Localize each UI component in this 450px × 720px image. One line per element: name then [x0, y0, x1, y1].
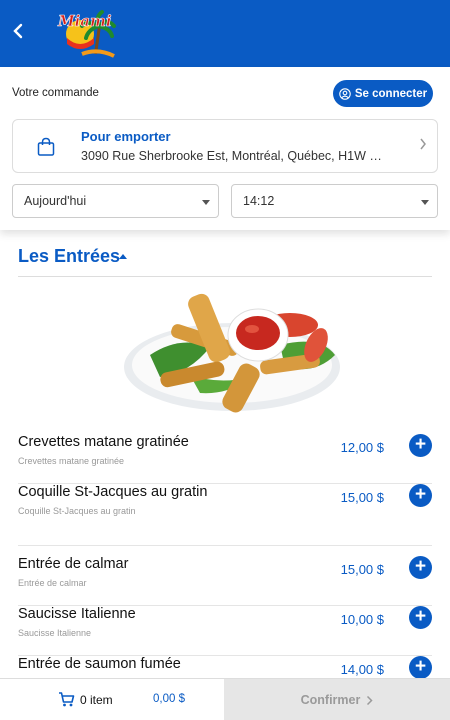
user-circle-icon	[339, 87, 351, 100]
section-title[interactable]: Les Entrées	[18, 246, 120, 267]
day-select-value: Aujourd'hui	[24, 194, 87, 208]
back-button[interactable]	[8, 22, 28, 44]
item-price: 12,00 $	[340, 440, 384, 455]
chevron-right-icon	[419, 137, 427, 154]
menu-list[interactable]: Les Entrées Crevettes matane gratinée Cr…	[0, 230, 450, 678]
confirm-button-label: Confirmer	[300, 693, 361, 707]
item-name: Crevettes matane gratinée	[18, 434, 189, 450]
add-item-button[interactable]: +	[409, 606, 432, 629]
plus-icon: +	[414, 606, 427, 627]
top-app-bar: Miami	[0, 0, 450, 67]
connect-button-label: Se connecter	[354, 87, 428, 100]
menu-item[interactable]: Entrée de saumon fumée 14,00 $ +	[18, 656, 432, 678]
order-label: Votre commande	[12, 87, 99, 99]
item-description: Crevettes matane gratinée	[18, 456, 125, 466]
menu-item[interactable]: Crevettes matane gratinée Crevettes mata…	[18, 434, 432, 484]
connect-button[interactable]: Se connecter	[333, 80, 433, 107]
item-price: 15,00 $	[340, 562, 384, 577]
item-price: 10,00 $	[340, 612, 384, 627]
svg-text:Miami: Miami	[57, 12, 112, 30]
pickup-mode-title: Pour emporter	[81, 129, 171, 144]
caret-down-icon	[421, 200, 429, 205]
order-panel: Votre commande Se connecter Pour emporte…	[0, 67, 450, 230]
plus-icon: +	[414, 434, 427, 455]
pickup-card[interactable]: Pour emporter 3090 Rue Sherbrooke Est, M…	[12, 119, 438, 173]
item-description: Entrée de calmar	[18, 578, 87, 588]
cart-footer: 0 item 0,00 $ Confirmer	[0, 678, 450, 720]
shopping-bag-icon	[37, 137, 55, 156]
add-item-button[interactable]: +	[409, 656, 432, 678]
item-description: Saucisse Italienne	[18, 628, 92, 638]
caret-down-icon	[202, 200, 210, 205]
chevron-right-icon	[367, 695, 373, 705]
item-description: Coquille St-Jacques au gratin	[18, 506, 136, 516]
collapse-caret-icon[interactable]	[119, 254, 127, 259]
cart-icon	[59, 692, 75, 707]
menu-item[interactable]: Coquille St-Jacques au gratin Coquille S…	[18, 484, 432, 534]
add-item-button[interactable]: +	[409, 484, 432, 507]
day-select[interactable]: Aujourd'hui	[12, 184, 219, 218]
appetizer-photo	[124, 293, 340, 413]
item-price: 15,00 $	[340, 490, 384, 505]
plus-icon: +	[414, 556, 427, 577]
cart-summary[interactable]: 0 item 0,00 $	[0, 679, 224, 720]
add-item-button[interactable]: +	[409, 434, 432, 457]
confirm-button[interactable]: Confirmer	[224, 679, 450, 720]
time-select[interactable]: 14:12	[231, 184, 438, 218]
pickup-address: 3090 Rue Sherbrooke Est, Montréal, Québe…	[81, 149, 382, 163]
add-item-button[interactable]: +	[409, 556, 432, 579]
plus-icon: +	[414, 656, 427, 677]
item-name: Entrée de saumon fumée	[18, 656, 181, 672]
time-select-value: 14:12	[243, 194, 275, 208]
item-name: Entrée de calmar	[18, 556, 129, 572]
menu-item[interactable]: Entrée de calmar Entrée de calmar 15,00 …	[18, 556, 432, 606]
item-price: 14,00 $	[340, 662, 384, 677]
restaurant-logo[interactable]: Miami	[52, 4, 120, 64]
menu-item[interactable]: Saucisse Italienne Saucisse Italienne 10…	[18, 606, 432, 656]
item-divider	[18, 545, 432, 546]
plus-icon: +	[414, 484, 427, 505]
item-name: Coquille St-Jacques au gratin	[18, 484, 208, 500]
chevron-left-icon	[13, 23, 23, 39]
section-divider	[18, 276, 432, 277]
item-name: Saucisse Italienne	[18, 606, 136, 622]
cart-total: 0,00 $	[153, 693, 185, 705]
cart-item-count: 0 item	[80, 693, 113, 707]
